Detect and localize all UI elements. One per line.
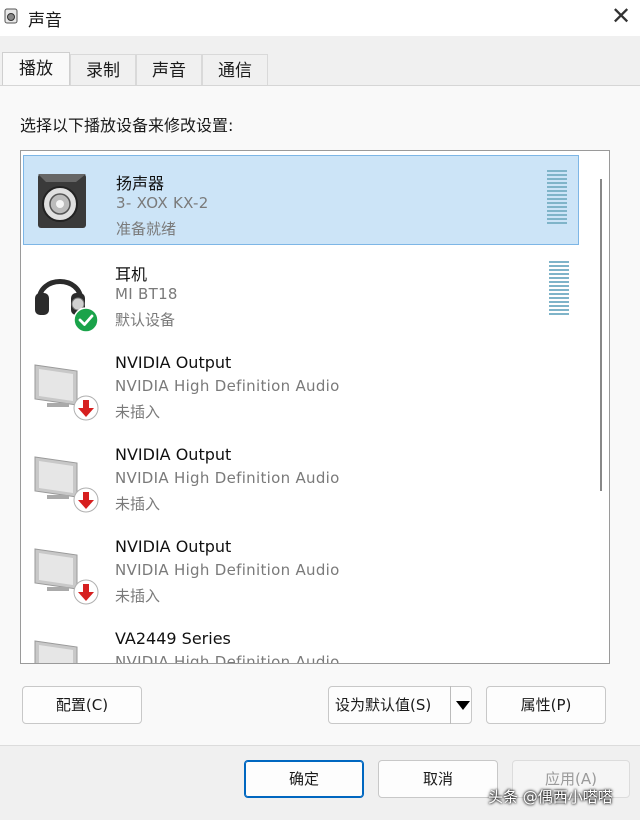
unplugged-arrow-icon bbox=[73, 487, 99, 513]
instruction-label: 选择以下播放设备来修改设置: bbox=[20, 116, 234, 135]
device-description: 3- XOX KX-2 bbox=[116, 194, 209, 212]
volume-meter bbox=[547, 170, 567, 226]
device-name: NVIDIA Output bbox=[115, 353, 232, 372]
device-status: 未插入 bbox=[115, 403, 161, 421]
device-description: NVIDIA High Definition Audio bbox=[115, 377, 340, 395]
tab-playback[interactable]: 播放 bbox=[2, 52, 70, 88]
unplugged-arrow-icon bbox=[73, 395, 99, 421]
device-status: 默认设备 bbox=[115, 311, 176, 329]
watermark: 头条 @偶西小嗒嗒 bbox=[488, 788, 613, 806]
device-name: 扬声器 bbox=[116, 174, 165, 193]
close-button[interactable]: ✕ bbox=[606, 2, 636, 32]
scrollbar[interactable] bbox=[593, 151, 609, 663]
device-status: 未插入 bbox=[115, 587, 161, 605]
cancel-button[interactable]: 取消 bbox=[378, 760, 498, 798]
device-list[interactable]: 扬声器 3- XOX KX-2 准备就绪 耳机 MI BT18 默认设备 NVI… bbox=[20, 150, 610, 664]
ok-button[interactable]: 确定 bbox=[244, 760, 364, 798]
speaker-icon bbox=[38, 174, 86, 228]
device-description: NVIDIA High Definition Audio bbox=[115, 561, 340, 579]
device-item-va2449[interactable]: VA2449 Series NVIDIA High Definition Aud… bbox=[23, 615, 579, 664]
window-title: 声音 bbox=[28, 11, 62, 31]
tab-recording[interactable]: 录制 bbox=[70, 54, 136, 86]
device-name: NVIDIA Output bbox=[115, 445, 232, 464]
device-item-headphones[interactable]: 耳机 MI BT18 默认设备 bbox=[23, 247, 579, 337]
device-description: NVIDIA High Definition Audio bbox=[115, 469, 340, 487]
set-default-label: 设为默认值(S) bbox=[335, 696, 432, 714]
default-check-icon bbox=[73, 307, 99, 333]
device-name: NVIDIA Output bbox=[115, 537, 232, 556]
set-default-dropdown-arrow[interactable] bbox=[450, 686, 472, 724]
device-item-speaker[interactable]: 扬声器 3- XOX KX-2 准备就绪 bbox=[23, 155, 579, 245]
monitor-icon bbox=[34, 640, 78, 663]
device-name: VA2449 Series bbox=[115, 629, 231, 648]
configure-button[interactable]: 配置(C) bbox=[22, 686, 142, 724]
tab-bar: 播放 录制 声音 通信 bbox=[0, 52, 640, 88]
tab-communications[interactable]: 通信 bbox=[202, 54, 268, 86]
device-description: NVIDIA High Definition Audio bbox=[115, 653, 340, 664]
device-status: 未插入 bbox=[115, 495, 161, 513]
device-item-nvidia-output[interactable]: NVIDIA Output NVIDIA High Definition Aud… bbox=[23, 339, 579, 429]
device-status: 准备就绪 bbox=[116, 220, 177, 238]
tab-sounds[interactable]: 声音 bbox=[136, 54, 202, 86]
scrollbar-thumb[interactable] bbox=[600, 179, 602, 491]
device-description: MI BT18 bbox=[115, 285, 178, 303]
device-item-nvidia-output[interactable]: NVIDIA Output NVIDIA High Definition Aud… bbox=[23, 523, 579, 613]
device-name: 耳机 bbox=[115, 265, 148, 284]
title-bar: 声音 ✕ bbox=[0, 0, 640, 36]
unplugged-arrow-icon bbox=[73, 579, 99, 605]
properties-button[interactable]: 属性(P) bbox=[486, 686, 606, 724]
sound-app-icon bbox=[4, 8, 18, 24]
device-item-nvidia-output[interactable]: NVIDIA Output NVIDIA High Definition Aud… bbox=[23, 431, 579, 521]
volume-meter bbox=[549, 261, 569, 317]
